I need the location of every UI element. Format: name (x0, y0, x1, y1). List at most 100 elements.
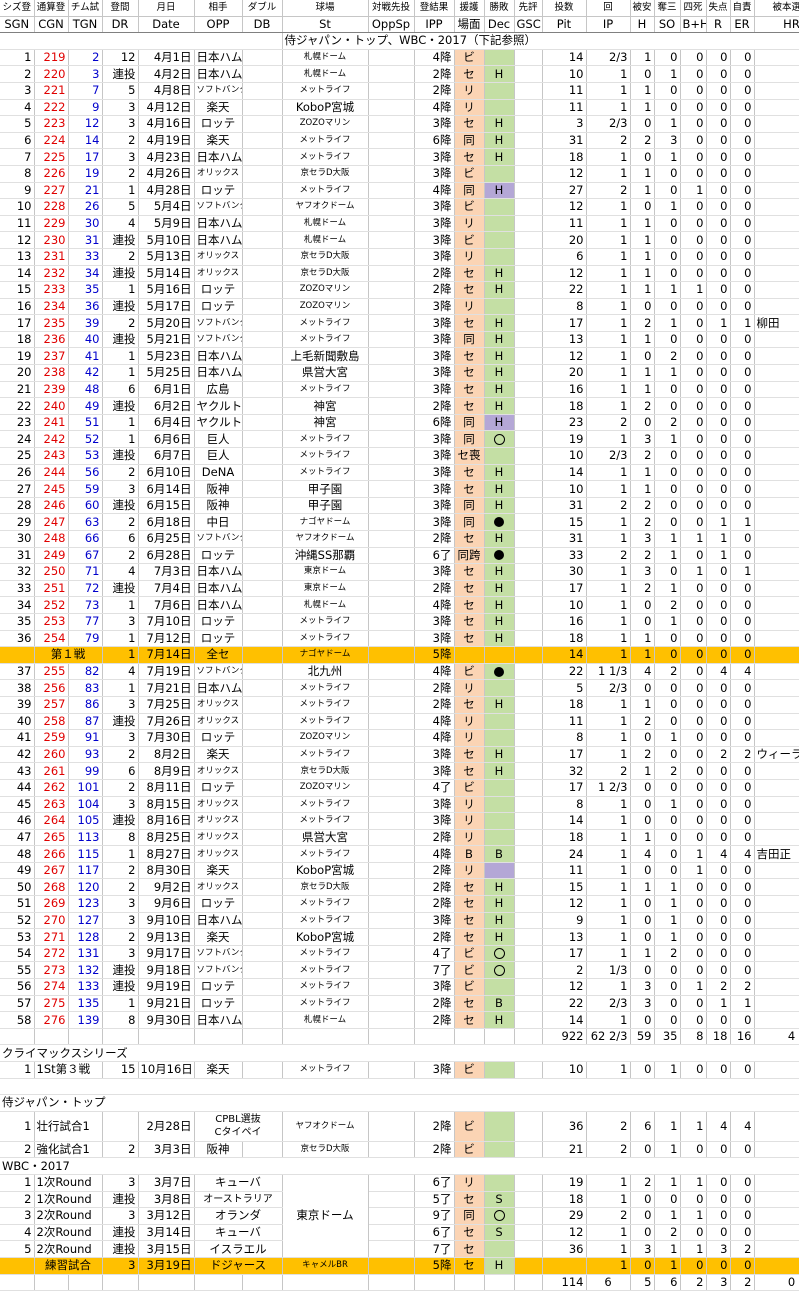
cgn-cell: 238 (34, 364, 69, 382)
dr-cell: 1 (102, 679, 139, 697)
date-cell: 3月8日 (138, 1191, 195, 1209)
table-row: 29 247 63 2 6月18日 中日 ナゴヤドーム 3降同 15 1 2 0 0 1 1 (0, 513, 799, 531)
sgn-cell: 9 (0, 182, 35, 200)
ip-cell: 1 (586, 878, 631, 897)
sgn-cell: 26 (0, 464, 35, 482)
db-cell (242, 281, 283, 299)
er-cell: 0 (730, 1257, 755, 1275)
gsc-cell (514, 115, 543, 133)
stadium-cell: 甲子園 (282, 480, 369, 498)
header-cell: ER (730, 16, 755, 34)
sgn-cell: 12 (0, 231, 35, 249)
stadium-cell: 札幌ドーム (282, 231, 369, 249)
bb-cell: 0 (680, 430, 707, 449)
stadium-cell: 沖縄SS那覇 (282, 547, 369, 565)
pit-cell: 19 (542, 1174, 587, 1192)
ip-cell: 1 (586, 347, 631, 366)
bb-cell: 0 (680, 878, 707, 897)
dec-cell (484, 215, 515, 233)
hr-cell (754, 364, 799, 382)
hr-cell (754, 148, 799, 166)
stadium-cell: メットライフ (282, 812, 369, 830)
er-cell: 0 (730, 132, 755, 150)
table-row: 20 238 42 1 5月25日 日本ハム 県営大宮 3降セ H 20 1 1 1 0 0 0 (0, 364, 799, 382)
date-cell: 3月14日 (138, 1224, 195, 1242)
sgn-cell: 2 (0, 1141, 35, 1159)
header-cell: HR (754, 16, 799, 34)
pit-cell: 12 (542, 198, 587, 216)
opp-cell: 日本ハム (194, 215, 243, 233)
ip-cell: 1 1/3 (586, 663, 631, 681)
r-cell: 0 (706, 812, 731, 830)
stadium-cell: 東京ドーム (282, 580, 369, 598)
sgn-cell: 18 (0, 331, 35, 349)
er-cell: 0 (730, 945, 755, 963)
table-row: 5427213139月17日ソフトバンクメットライフ4了ビ17112000 (0, 945, 799, 963)
er-cell: 0 (730, 430, 755, 449)
stadium-cell: 札幌ドーム (282, 49, 369, 67)
date-cell: 9月21日 (138, 995, 195, 1013)
gsc-cell (514, 65, 543, 83)
h-cell: 2 (630, 513, 655, 531)
ipp-cell: 3降 (414, 364, 455, 382)
ipp-cell: 3降 (414, 812, 455, 830)
oppsp-cell (368, 630, 415, 648)
tgn-cell: 36 (68, 298, 103, 316)
er-cell: 0 (730, 812, 755, 830)
scene-cell: セ (454, 530, 485, 548)
opp-cell: 日本ハム (194, 65, 243, 83)
er-cell: 0 (730, 928, 755, 946)
r-cell: 0 (706, 829, 731, 847)
dec-cell (484, 198, 515, 216)
cell (368, 1027, 415, 1046)
oppsp-cell (368, 762, 415, 780)
hr-cell (754, 796, 799, 814)
wbc-row: 5 2次Round 連投 3月15日 イスラエル 7了セ 36 1 3 1 1 3 2 (0, 1240, 799, 1258)
opp-cell: ロッテ (194, 115, 243, 133)
date-cell: 9月2日 (138, 878, 195, 897)
sgn-cell: 48 (0, 845, 35, 863)
dec-cell (484, 796, 515, 814)
stadium-cell: 県営大宮 (282, 829, 369, 847)
bb-cell: 0 (680, 414, 707, 432)
opp-cell: ロッテ (194, 895, 243, 913)
hr-cell (754, 679, 799, 697)
dec-cell (484, 1240, 515, 1258)
tgn-cell: 91 (68, 729, 103, 747)
cgn-cell: 248 (34, 530, 69, 548)
so-cell: 0 (654, 679, 681, 697)
er-cell: 4 (730, 663, 755, 681)
stadium-cell: メットライフ (282, 148, 369, 166)
table-row: 57 275 135 1 9月21日 ロッテ メットライフ 2降セ B 22 2/3 3 0 0 1 1 (0, 995, 799, 1013)
oppsp-cell (368, 729, 415, 747)
wbc-label: 2次Round (34, 1207, 103, 1225)
r-cell: 1 (706, 314, 731, 332)
cgn-cell: 274 (34, 978, 69, 996)
opp-cell: ソフトバンク (194, 82, 243, 100)
cell (242, 1027, 283, 1046)
h-cell: 3 (630, 530, 655, 548)
cgn-cell: 225 (34, 148, 69, 166)
opp-cell: CPBL選抜 Cタイペイ (194, 1111, 283, 1142)
scene-cell: セ (454, 1224, 485, 1242)
dr-cell: 2 (102, 862, 139, 880)
pit-cell: 8 (542, 298, 587, 316)
dr-cell: 連投 (102, 447, 139, 465)
hr-cell: 吉田正 (754, 845, 799, 863)
tgn-cell: 86 (68, 696, 103, 714)
h-cell: 0 (630, 679, 655, 697)
header-cell: 勝敗 (484, 0, 515, 17)
win-mark-icon (493, 1210, 505, 1222)
bb-cell: 0 (680, 397, 707, 415)
oppsp-cell (368, 563, 415, 581)
oppsp-cell (368, 912, 415, 930)
so-cell: 0 (654, 397, 681, 415)
table-row: 26 244 56 2 6月10日 DeNA メットライフ 3降セ H 14 1 1 0 0 0 0 (0, 464, 799, 482)
oppsp-cell (368, 148, 415, 166)
table-row: 43 261 99 6 8月9日 オリックス 京セラD大阪 3降セ H 32 2 1 2 0 0 0 (0, 762, 799, 780)
total-ip: 62 2/3 (586, 1027, 631, 1046)
date-cell: 7月14日 (138, 646, 195, 664)
bb-cell: 1 (680, 563, 707, 581)
db-cell (242, 961, 283, 980)
ip-cell: 1 (586, 1257, 631, 1275)
